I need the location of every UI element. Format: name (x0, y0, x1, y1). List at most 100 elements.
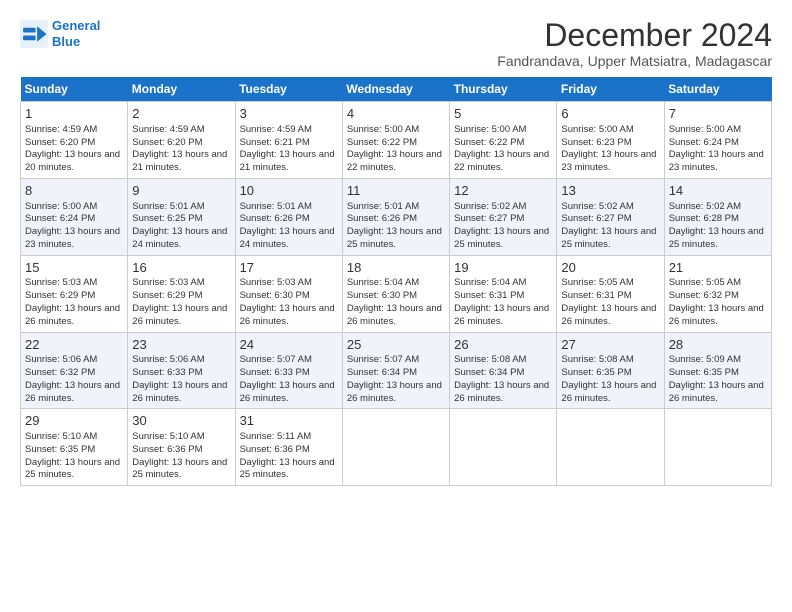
sunrise-text: Sunrise: 5:01 AM (240, 201, 312, 212)
day-number: 4 (347, 105, 445, 123)
day-number: 16 (132, 259, 230, 277)
sunset-text: Sunset: 6:30 PM (347, 290, 417, 301)
sunrise-text: Sunrise: 5:04 AM (347, 277, 419, 288)
daylight-text: Daylight: 13 hours and 26 minutes. (25, 303, 120, 327)
page: General Blue December 2024 Fandrandava, … (0, 0, 792, 498)
day-number: 14 (669, 182, 767, 200)
sunset-text: Sunset: 6:34 PM (454, 367, 524, 378)
sunset-text: Sunset: 6:29 PM (132, 290, 202, 301)
header-cell-sunday: Sunday (21, 77, 128, 102)
day-number: 3 (240, 105, 338, 123)
sunset-text: Sunset: 6:32 PM (25, 367, 95, 378)
calendar-cell: 5Sunrise: 5:00 AMSunset: 6:22 PMDaylight… (450, 102, 557, 179)
daylight-text: Daylight: 13 hours and 25 minutes. (132, 457, 227, 481)
sunrise-text: Sunrise: 5:01 AM (132, 201, 204, 212)
daylight-text: Daylight: 13 hours and 26 minutes. (132, 380, 227, 404)
sunrise-text: Sunrise: 5:06 AM (25, 354, 97, 365)
daylight-text: Daylight: 13 hours and 26 minutes. (240, 303, 335, 327)
logo-text: General Blue (52, 18, 100, 49)
day-number: 1 (25, 105, 123, 123)
header-cell-monday: Monday (128, 77, 235, 102)
calendar-cell (342, 409, 449, 486)
sunset-text: Sunset: 6:35 PM (561, 367, 631, 378)
sunset-text: Sunset: 6:36 PM (240, 444, 310, 455)
logo-icon (20, 20, 48, 48)
calendar-cell: 19Sunrise: 5:04 AMSunset: 6:31 PMDayligh… (450, 255, 557, 332)
calendar-cell: 25Sunrise: 5:07 AMSunset: 6:34 PMDayligh… (342, 332, 449, 409)
calendar-cell: 9Sunrise: 5:01 AMSunset: 6:25 PMDaylight… (128, 178, 235, 255)
sunrise-text: Sunrise: 4:59 AM (132, 124, 204, 135)
daylight-text: Daylight: 13 hours and 25 minutes. (347, 226, 442, 250)
daylight-text: Daylight: 13 hours and 23 minutes. (669, 149, 764, 173)
calendar-cell: 29Sunrise: 5:10 AMSunset: 6:35 PMDayligh… (21, 409, 128, 486)
daylight-text: Daylight: 13 hours and 26 minutes. (454, 380, 549, 404)
calendar-cell: 7Sunrise: 5:00 AMSunset: 6:24 PMDaylight… (664, 102, 771, 179)
header-cell-friday: Friday (557, 77, 664, 102)
calendar-cell: 20Sunrise: 5:05 AMSunset: 6:31 PMDayligh… (557, 255, 664, 332)
month-title: December 2024 (497, 18, 772, 53)
sunset-text: Sunset: 6:22 PM (347, 137, 417, 148)
sunset-text: Sunset: 6:31 PM (561, 290, 631, 301)
sunrise-text: Sunrise: 5:00 AM (347, 124, 419, 135)
sunset-text: Sunset: 6:20 PM (25, 137, 95, 148)
daylight-text: Daylight: 13 hours and 21 minutes. (132, 149, 227, 173)
day-number: 22 (25, 336, 123, 354)
sunrise-text: Sunrise: 5:00 AM (561, 124, 633, 135)
sunrise-text: Sunrise: 4:59 AM (25, 124, 97, 135)
sunset-text: Sunset: 6:36 PM (132, 444, 202, 455)
sunrise-text: Sunrise: 5:05 AM (669, 277, 741, 288)
daylight-text: Daylight: 13 hours and 22 minutes. (347, 149, 442, 173)
header-row: SundayMondayTuesdayWednesdayThursdayFrid… (21, 77, 772, 102)
sunset-text: Sunset: 6:20 PM (132, 137, 202, 148)
sunset-text: Sunset: 6:24 PM (25, 213, 95, 224)
sunset-text: Sunset: 6:22 PM (454, 137, 524, 148)
day-number: 29 (25, 412, 123, 430)
day-number: 28 (669, 336, 767, 354)
sunset-text: Sunset: 6:33 PM (240, 367, 310, 378)
calendar-cell: 31Sunrise: 5:11 AMSunset: 6:36 PMDayligh… (235, 409, 342, 486)
calendar-cell: 28Sunrise: 5:09 AMSunset: 6:35 PMDayligh… (664, 332, 771, 409)
sunrise-text: Sunrise: 5:00 AM (669, 124, 741, 135)
daylight-text: Daylight: 13 hours and 24 minutes. (240, 226, 335, 250)
sunset-text: Sunset: 6:33 PM (132, 367, 202, 378)
sunrise-text: Sunrise: 5:08 AM (454, 354, 526, 365)
sunrise-text: Sunrise: 5:11 AM (240, 431, 312, 442)
calendar-cell: 23Sunrise: 5:06 AMSunset: 6:33 PMDayligh… (128, 332, 235, 409)
logo-line2: Blue (52, 34, 80, 49)
day-number: 13 (561, 182, 659, 200)
calendar-cell: 1Sunrise: 4:59 AM Sunset: 6:20 PMDaylight… (21, 102, 128, 179)
sunrise-text: Sunrise: 5:01 AM (347, 201, 419, 212)
sunset-text: Sunset: 6:21 PM (240, 137, 310, 148)
week-row-3: 15Sunrise: 5:03 AMSunset: 6:29 PMDayligh… (21, 255, 772, 332)
calendar-cell (664, 409, 771, 486)
day-number: 11 (347, 182, 445, 200)
sunset-text: Sunset: 6:25 PM (132, 213, 202, 224)
sunrise-text: Sunrise: 5:03 AM (25, 277, 97, 288)
sunrise-text: Sunrise: 5:02 AM (561, 201, 633, 212)
sunrise-text: Sunrise: 5:08 AM (561, 354, 633, 365)
calendar-cell: 8Sunrise: 5:00 AMSunset: 6:24 PMDaylight… (21, 178, 128, 255)
day-number: 24 (240, 336, 338, 354)
sunrise-text: Sunrise: 5:03 AM (132, 277, 204, 288)
calendar-cell: 15Sunrise: 5:03 AMSunset: 6:29 PMDayligh… (21, 255, 128, 332)
calendar-cell: 13Sunrise: 5:02 AMSunset: 6:27 PMDayligh… (557, 178, 664, 255)
daylight-text: Daylight: 13 hours and 25 minutes. (25, 457, 120, 481)
daylight-text: Daylight: 13 hours and 20 minutes. (25, 149, 120, 173)
week-row-2: 8Sunrise: 5:00 AMSunset: 6:24 PMDaylight… (21, 178, 772, 255)
calendar-cell: 14Sunrise: 5:02 AMSunset: 6:28 PMDayligh… (664, 178, 771, 255)
daylight-text: Daylight: 13 hours and 26 minutes. (240, 380, 335, 404)
day-number: 2 (132, 105, 230, 123)
header-cell-thursday: Thursday (450, 77, 557, 102)
daylight-text: Daylight: 13 hours and 25 minutes. (454, 226, 549, 250)
sunrise-text: Sunrise: 5:02 AM (454, 201, 526, 212)
sunset-text: Sunset: 6:26 PM (347, 213, 417, 224)
daylight-text: Daylight: 13 hours and 26 minutes. (132, 303, 227, 327)
sunrise-text: Sunrise: 5:02 AM (669, 201, 741, 212)
daylight-text: Daylight: 13 hours and 26 minutes. (454, 303, 549, 327)
calendar-cell: 30Sunrise: 5:10 AMSunset: 6:36 PMDayligh… (128, 409, 235, 486)
calendar-cell: 21Sunrise: 5:05 AMSunset: 6:32 PMDayligh… (664, 255, 771, 332)
sunrise-text: Sunrise: 5:07 AM (240, 354, 312, 365)
logo: General Blue (20, 18, 100, 49)
daylight-text: Daylight: 13 hours and 24 minutes. (132, 226, 227, 250)
sunrise-text: Sunrise: 5:06 AM (132, 354, 204, 365)
